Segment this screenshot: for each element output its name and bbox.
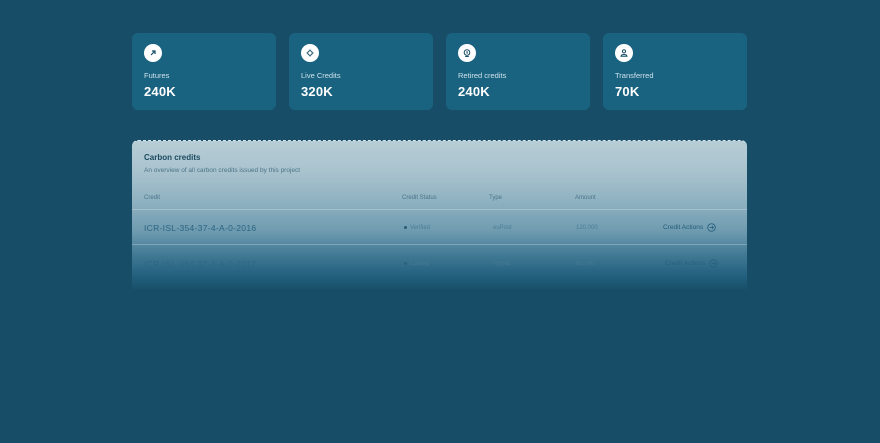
stat-label: Transferred <box>615 71 654 80</box>
arrow-circle-right-icon <box>707 223 716 232</box>
arrow-up-right-icon <box>144 44 162 62</box>
panel-title: Carbon credits <box>144 153 201 162</box>
row-divider <box>132 209 747 210</box>
stat-value: 240K <box>458 84 490 99</box>
amount-cell: 120.000 <box>576 225 598 231</box>
stat-card-futures: Futures 240K <box>132 33 276 110</box>
credit-actions-label: Credit Actions <box>663 224 704 231</box>
leaf-spark-icon <box>301 44 319 62</box>
column-header-type[interactable]: Type <box>489 195 502 201</box>
status-label: Verified <box>410 225 431 231</box>
credit-id[interactable]: ICR-ISL-354-37-4-A-0-2016 <box>144 223 256 233</box>
type-cell: Hybrid <box>493 261 511 267</box>
credit-actions-button[interactable]: Credit Actions <box>665 259 718 268</box>
credit-id[interactable]: ICR-ISL-354-37-4-A-0-2017 <box>144 259 256 269</box>
stat-card-retired-credits: Retired credits 240K <box>446 33 590 110</box>
stat-card-transferred: Transferred 70K <box>603 33 747 110</box>
status-dot-icon <box>404 225 407 229</box>
column-header-credit[interactable]: Credit <box>144 195 160 201</box>
status-cell: Locked <box>404 261 429 267</box>
column-header-credit-status[interactable]: Credit Status <box>402 195 437 201</box>
row-divider <box>132 244 747 245</box>
panel-subtitle: An overview of all carbon credits issued… <box>144 167 301 174</box>
amount-cell: 80.000 <box>576 261 595 267</box>
credit-actions-button[interactable]: Credit Actions <box>663 223 716 232</box>
stat-label: Retired credits <box>458 71 507 80</box>
transfer-person-icon <box>615 44 633 62</box>
stat-value: 240K <box>144 84 176 99</box>
status-dot-icon <box>404 261 407 265</box>
stats-row: Futures 240K Live Credits 320K Retired c… <box>132 33 747 110</box>
column-header-amount[interactable]: Amount <box>575 195 596 201</box>
status-label: Locked <box>410 261 430 267</box>
arrow-circle-right-icon <box>709 259 718 268</box>
type-cell: euPost <box>493 225 512 231</box>
status-cell: Verified <box>404 225 430 231</box>
stat-value: 70K <box>615 84 640 99</box>
stat-value: 320K <box>301 84 333 99</box>
carbon-credits-panel: Carbon credits An overview of all carbon… <box>132 140 747 290</box>
credit-actions-label: Credit Actions <box>665 260 706 267</box>
stat-card-live-credits: Live Credits 320K <box>289 33 433 110</box>
stat-label: Live Credits <box>301 71 341 80</box>
stat-label: Futures <box>144 71 170 80</box>
retired-badge-icon <box>458 44 476 62</box>
